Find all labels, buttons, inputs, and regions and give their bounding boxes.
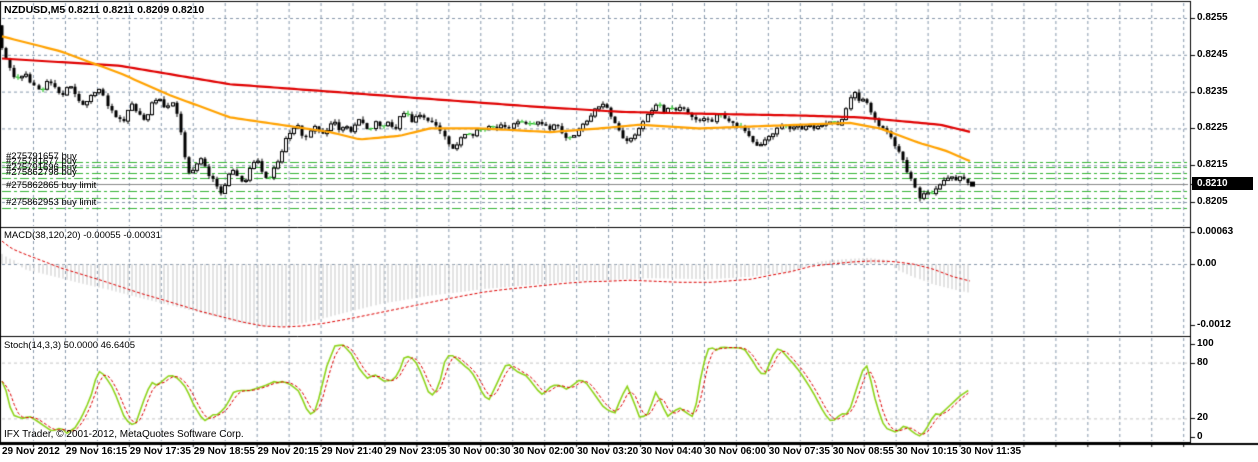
chart-canvas[interactable]: [0, 0, 1258, 462]
chart-window: NZDUSD,M5 0.8211 0.8211 0.8209 0.8210 MA…: [0, 0, 1258, 462]
